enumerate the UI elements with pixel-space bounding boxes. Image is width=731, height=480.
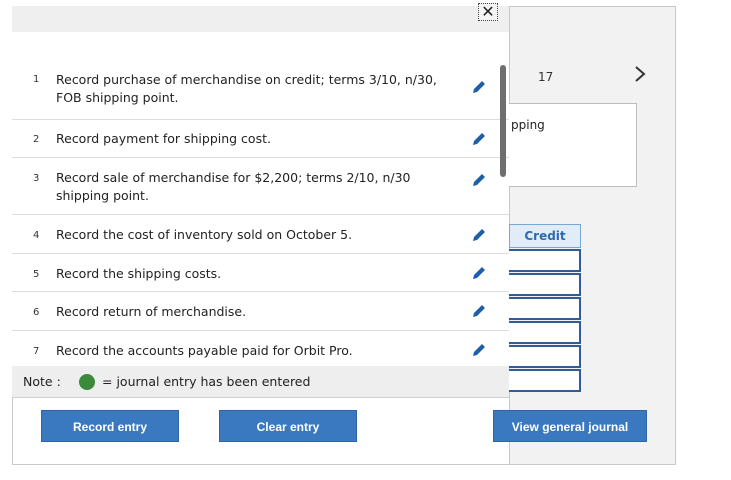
edit-pencil-icon[interactable]: [470, 78, 488, 96]
item-number: 2: [33, 134, 40, 145]
edit-pencil-icon[interactable]: [470, 226, 488, 244]
item-number: 5: [33, 269, 40, 280]
clear-entry-button[interactable]: Clear entry: [219, 410, 357, 442]
note-label: Note :: [23, 374, 61, 389]
list-item[interactable]: 3 Record sale of merchandise for $2,200;…: [12, 158, 509, 215]
note-bar: Note : = journal entry has been entered: [12, 366, 509, 398]
edit-pencil-icon[interactable]: [470, 171, 488, 189]
entered-indicator-dot: [79, 374, 95, 390]
record-entry-button[interactable]: Record entry: [41, 410, 179, 442]
item-number: 1: [33, 74, 40, 85]
item-text: Record purchase of merchandise on credit…: [56, 72, 437, 105]
credit-input-4[interactable]: [509, 321, 581, 344]
list-item[interactable]: 5 Record the shipping costs.: [12, 254, 509, 292]
edit-pencil-icon[interactable]: [470, 302, 488, 320]
dialog-header-bar: [12, 6, 509, 32]
list-item[interactable]: 6 Record return of merchandise.: [12, 292, 509, 331]
item-number: 4: [33, 230, 40, 241]
note-text: = journal entry has been entered: [102, 374, 311, 389]
item-text: Record the cost of inventory sold on Oct…: [56, 227, 353, 242]
list-item[interactable]: 1 Record purchase of merchandise on cred…: [12, 64, 509, 120]
item-text: Record payment for shipping cost.: [56, 131, 271, 146]
list-item[interactable]: 2 Record payment for shipping cost.: [12, 120, 509, 158]
next-page-chevron-icon[interactable]: [630, 62, 650, 86]
item-text: Record return of merchandise.: [56, 304, 247, 319]
item-text: Record the shipping costs.: [56, 266, 222, 281]
item-text: Record sale of merchandise for $2,200; t…: [56, 170, 411, 203]
credit-column-header: Credit: [509, 224, 581, 248]
transaction-description-box: [509, 103, 637, 187]
item-number: 6: [33, 307, 40, 318]
credit-input-5[interactable]: [509, 345, 581, 368]
credit-input-3[interactable]: [509, 297, 581, 320]
edit-pencil-icon[interactable]: [470, 264, 488, 282]
list-item[interactable]: 4 Record the cost of inventory sold on O…: [12, 215, 509, 254]
edit-pencil-icon[interactable]: [470, 341, 488, 359]
page-number: 17: [538, 70, 554, 84]
credit-input-1[interactable]: [509, 249, 581, 272]
transaction-list: 1 Record purchase of merchandise on cred…: [12, 32, 509, 366]
scrollbar[interactable]: [500, 65, 506, 177]
transaction-description-text: pping: [511, 118, 545, 132]
list-item[interactable]: 7 Record the accounts payable paid for O…: [12, 331, 509, 366]
item-number: 3: [33, 173, 40, 184]
close-icon[interactable]: ✕: [478, 3, 498, 21]
credit-input-2[interactable]: [509, 273, 581, 296]
item-number: 7: [33, 346, 40, 357]
view-general-journal-button[interactable]: View general journal: [493, 410, 647, 442]
credit-input-6[interactable]: [509, 369, 581, 392]
item-text: Record the accounts payable paid for Orb…: [56, 343, 353, 358]
edit-pencil-icon[interactable]: [470, 130, 488, 148]
